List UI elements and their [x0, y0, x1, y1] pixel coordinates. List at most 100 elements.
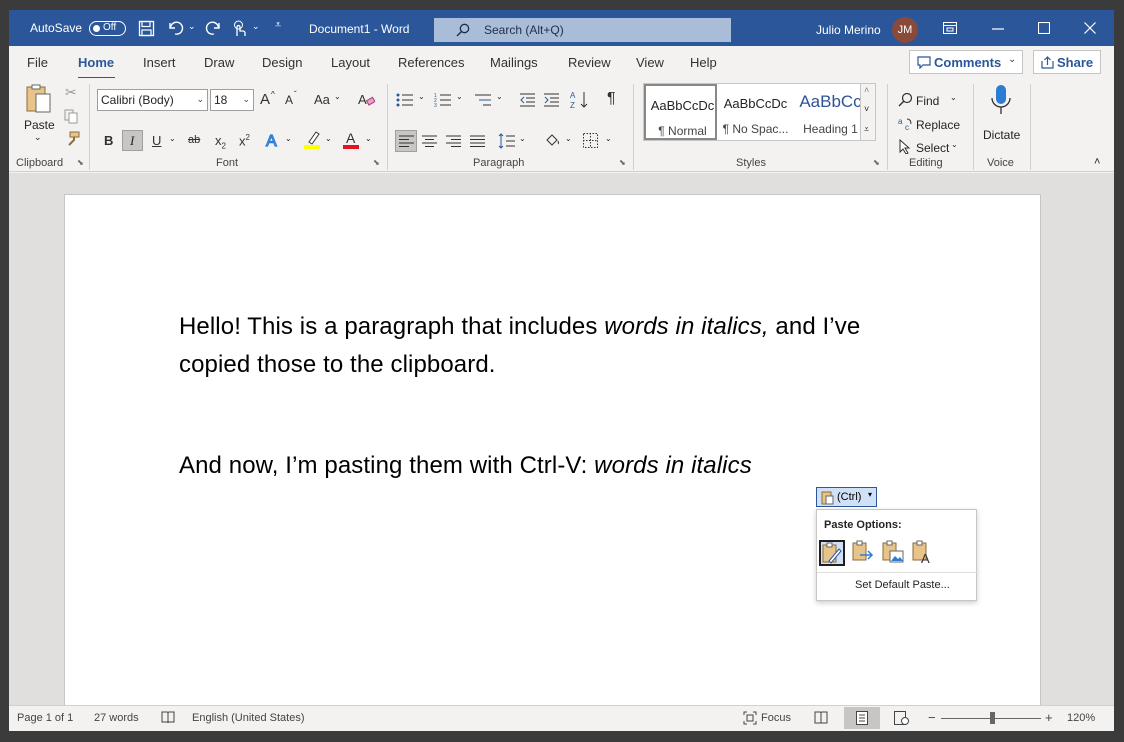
collapse-ribbon-icon[interactable]: ˄ — [1094, 156, 1100, 168]
sort-icon[interactable]: AZ — [570, 90, 590, 110]
chevron-down-icon[interactable]: ⌄ — [418, 92, 425, 101]
zoom-level[interactable]: 120% — [1067, 712, 1095, 724]
underline-button[interactable]: U — [152, 133, 161, 148]
focus-icon[interactable] — [743, 711, 757, 725]
chevron-down-icon[interactable]: ⌄ — [325, 134, 332, 143]
minimize-icon[interactable] — [992, 28, 1004, 30]
multilevel-list-icon[interactable] — [474, 92, 492, 108]
italic-button[interactable]: I — [122, 130, 143, 151]
clear-formatting-icon[interactable]: A — [358, 91, 375, 107]
touch-dropdown-icon[interactable]: ⌄ — [252, 21, 260, 32]
font-name-dropdown[interactable]: Calibri (Body) ⌄ — [97, 89, 208, 111]
customize-qat-icon[interactable]: ⩡ — [275, 19, 281, 32]
cut-icon[interactable]: ✂ — [65, 84, 77, 101]
chevron-down-icon[interactable]: ⌄ — [950, 93, 957, 102]
tab-file[interactable]: File — [27, 55, 48, 70]
chevron-down-icon[interactable]: ⌄ — [285, 134, 292, 143]
paste-label[interactable]: Paste — [24, 118, 55, 132]
share-button[interactable]: Share — [1033, 50, 1101, 74]
tab-layout[interactable]: Layout — [331, 55, 370, 70]
dictate-label[interactable]: Dictate — [983, 128, 1020, 142]
font-color-icon[interactable]: A — [343, 130, 360, 150]
web-layout-icon[interactable] — [894, 711, 909, 725]
tab-home[interactable]: Home — [78, 55, 114, 70]
line-spacing-icon[interactable] — [498, 133, 515, 149]
chevron-down-icon[interactable]: ⌄ — [496, 92, 503, 101]
language[interactable]: English (United States) — [192, 712, 305, 724]
bold-button[interactable]: B — [104, 133, 113, 148]
shading-icon[interactable] — [544, 132, 561, 149]
scroll-up-icon[interactable]: ˄ — [864, 85, 869, 95]
undo-icon[interactable] — [167, 20, 185, 37]
chevron-down-icon[interactable]: ⌄ — [169, 134, 176, 143]
bullets-icon[interactable] — [396, 92, 414, 108]
comments-dropdown-icon[interactable]: ⌄ — [1008, 54, 1016, 65]
text-effects-icon[interactable]: A — [265, 131, 281, 149]
tab-help[interactable]: Help — [690, 55, 717, 70]
paste-icon[interactable] — [25, 84, 53, 114]
print-layout-button[interactable] — [844, 707, 880, 729]
picture-option[interactable] — [881, 540, 907, 566]
align-right-icon[interactable] — [446, 135, 461, 148]
user-name[interactable]: Julio Merino — [816, 23, 881, 37]
tab-insert[interactable]: Insert — [143, 55, 176, 70]
more-styles-icon[interactable]: ⩡ — [864, 124, 869, 135]
styles-launcher-icon[interactable]: ⬊ — [873, 158, 880, 167]
comments-button[interactable]: Comments ⌄ — [909, 50, 1023, 74]
numbering-icon[interactable]: 123 — [434, 92, 452, 108]
superscript-button[interactable]: x2 — [239, 133, 250, 148]
zoom-slider-thumb[interactable] — [990, 712, 995, 724]
autosave-toggle[interactable]: Off — [89, 21, 126, 36]
style-normal[interactable]: AaBbCcDc ¶ Normal — [644, 84, 717, 140]
find-label[interactable]: Find — [916, 94, 939, 108]
align-center-icon[interactable] — [422, 135, 437, 148]
set-default-paste-item[interactable]: Set Default Paste... — [855, 579, 950, 591]
merge-formatting-option[interactable] — [851, 540, 877, 566]
keep-source-formatting-option[interactable] — [819, 540, 845, 566]
align-left-button[interactable] — [395, 130, 417, 152]
paragraph-launcher-icon[interactable]: ⬊ — [619, 158, 626, 167]
touch-mode-icon[interactable] — [231, 20, 248, 38]
search-box[interactable]: Search (Alt+Q) — [434, 18, 731, 42]
shrink-font-icon[interactable]: A — [285, 93, 293, 107]
word-count[interactable]: 27 words — [94, 712, 139, 724]
avatar[interactable]: JM — [892, 17, 918, 43]
subscript-button[interactable]: x2 — [215, 133, 226, 151]
format-painter-icon[interactable] — [64, 131, 80, 147]
tab-draw[interactable]: Draw — [204, 55, 234, 70]
zoom-out-icon[interactable]: − — [928, 710, 936, 725]
decrease-indent-icon[interactable] — [519, 92, 536, 108]
save-icon[interactable] — [138, 20, 155, 37]
microphone-icon[interactable] — [990, 84, 1012, 116]
select-label[interactable]: Select — [916, 141, 949, 155]
paragraph-1-line-2[interactable]: copied those to the clipboard. — [179, 351, 496, 379]
page-count[interactable]: Page 1 of 1 — [17, 712, 73, 724]
keep-text-only-option[interactable]: A — [911, 540, 937, 566]
close-icon[interactable] — [1084, 22, 1096, 34]
find-icon[interactable] — [898, 92, 913, 107]
zoom-in-icon[interactable]: + — [1045, 710, 1053, 725]
show-formatting-icon[interactable]: ¶ — [607, 90, 616, 108]
replace-icon[interactable]: ac — [898, 116, 913, 131]
clipboard-launcher-icon[interactable]: ⬊ — [77, 158, 84, 167]
proofing-icon[interactable] — [161, 711, 175, 724]
redo-icon[interactable] — [205, 20, 223, 37]
paste-dropdown-icon[interactable]: ⌄ — [34, 132, 42, 143]
chevron-down-icon[interactable]: ⌄ — [334, 92, 341, 101]
paste-options-button[interactable]: (Ctrl) ▾ — [816, 487, 877, 507]
styles-scroll[interactable]: ˄ ˅ ⩡ — [860, 83, 876, 141]
undo-dropdown-icon[interactable]: ⌄ — [188, 21, 196, 32]
grow-font-icon[interactable]: A — [260, 91, 270, 108]
read-mode-icon[interactable] — [814, 711, 828, 724]
paragraph-1-line-1[interactable]: Hello! This is a paragraph that includes… — [179, 313, 860, 341]
justify-icon[interactable] — [470, 135, 485, 148]
replace-label[interactable]: Replace — [916, 118, 960, 132]
scroll-down-icon[interactable]: ˅ — [864, 104, 869, 114]
chevron-down-icon[interactable]: ⌄ — [951, 140, 958, 149]
highlight-icon[interactable] — [304, 130, 321, 150]
paragraph-2[interactable]: And now, I’m pasting them with Ctrl-V: w… — [179, 452, 752, 480]
maximize-icon[interactable] — [1038, 22, 1050, 34]
font-launcher-icon[interactable]: ⬊ — [373, 158, 380, 167]
copy-icon[interactable] — [64, 109, 79, 124]
tab-view[interactable]: View — [636, 55, 664, 70]
